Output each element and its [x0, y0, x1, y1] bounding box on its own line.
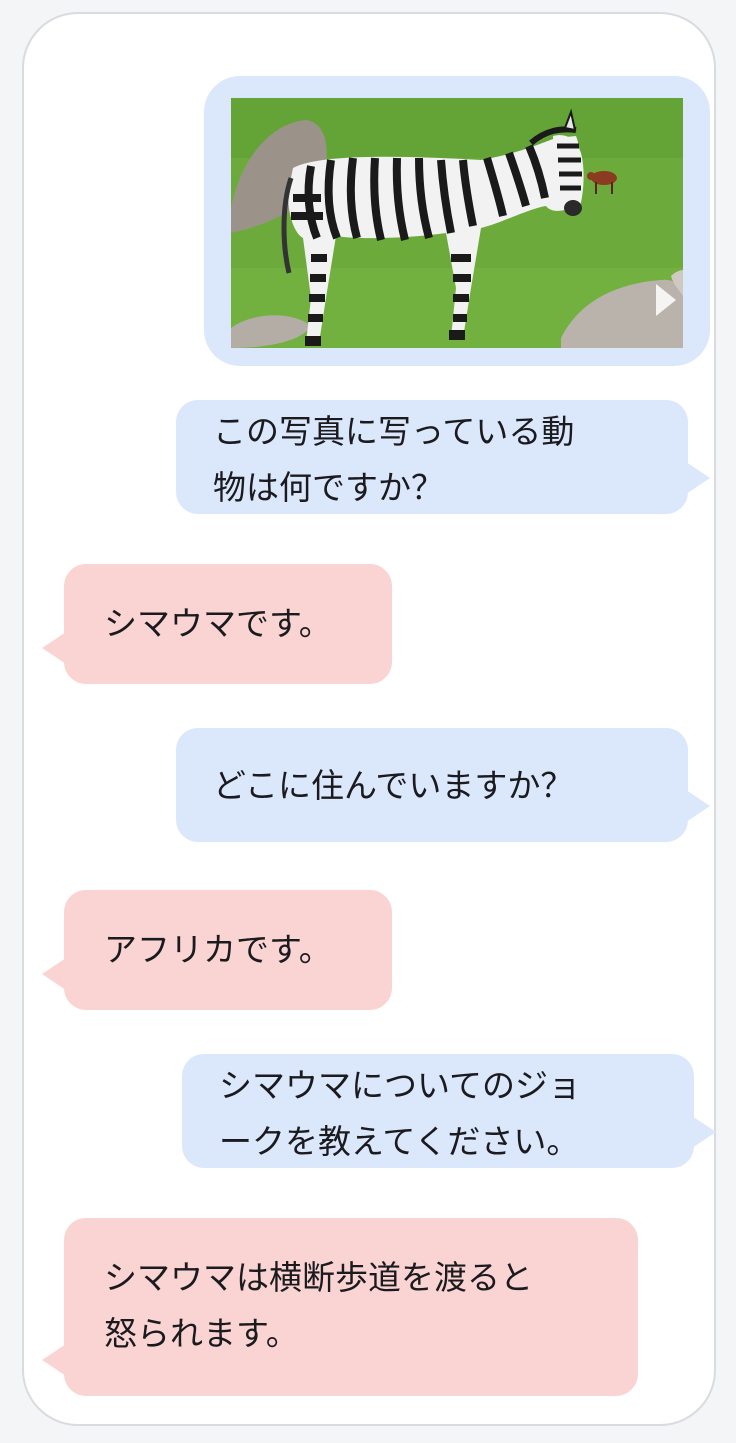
user-message-2[interactable]: どこに住んでいますか？ — [176, 728, 710, 842]
chat-window: この写真に写っている動 物は何ですか？ シマウマです。 どこに住んでいますか？ … — [22, 12, 716, 1426]
message-text: シマウマについてのジョ ークを教えてください。 — [219, 1066, 582, 1161]
message-text: シマウマは横断歩道を渡ると 怒られます。 — [104, 1258, 533, 1353]
bot-message-2[interactable]: アフリカです。 — [42, 890, 392, 1010]
zebra-photo[interactable] — [231, 98, 683, 348]
message-text: アフリカです。 — [104, 930, 332, 969]
bot-message-1[interactable]: シマウマです。 — [42, 564, 392, 684]
user-message-3[interactable]: シマウマについてのジョ ークを教えてください。 — [182, 1054, 716, 1168]
message-text: シマウマです。 — [104, 604, 332, 643]
message-text: どこに住んでいますか？ — [213, 766, 574, 805]
user-message-1[interactable]: この写真に写っている動 物は何ですか？ — [176, 400, 710, 514]
user-image-message[interactable] — [204, 76, 710, 366]
message-text: この写真に写っている動 物は何ですか？ — [213, 412, 575, 507]
bot-message-3[interactable]: シマウマは横断歩道を渡ると 怒られます。 — [42, 1218, 638, 1396]
